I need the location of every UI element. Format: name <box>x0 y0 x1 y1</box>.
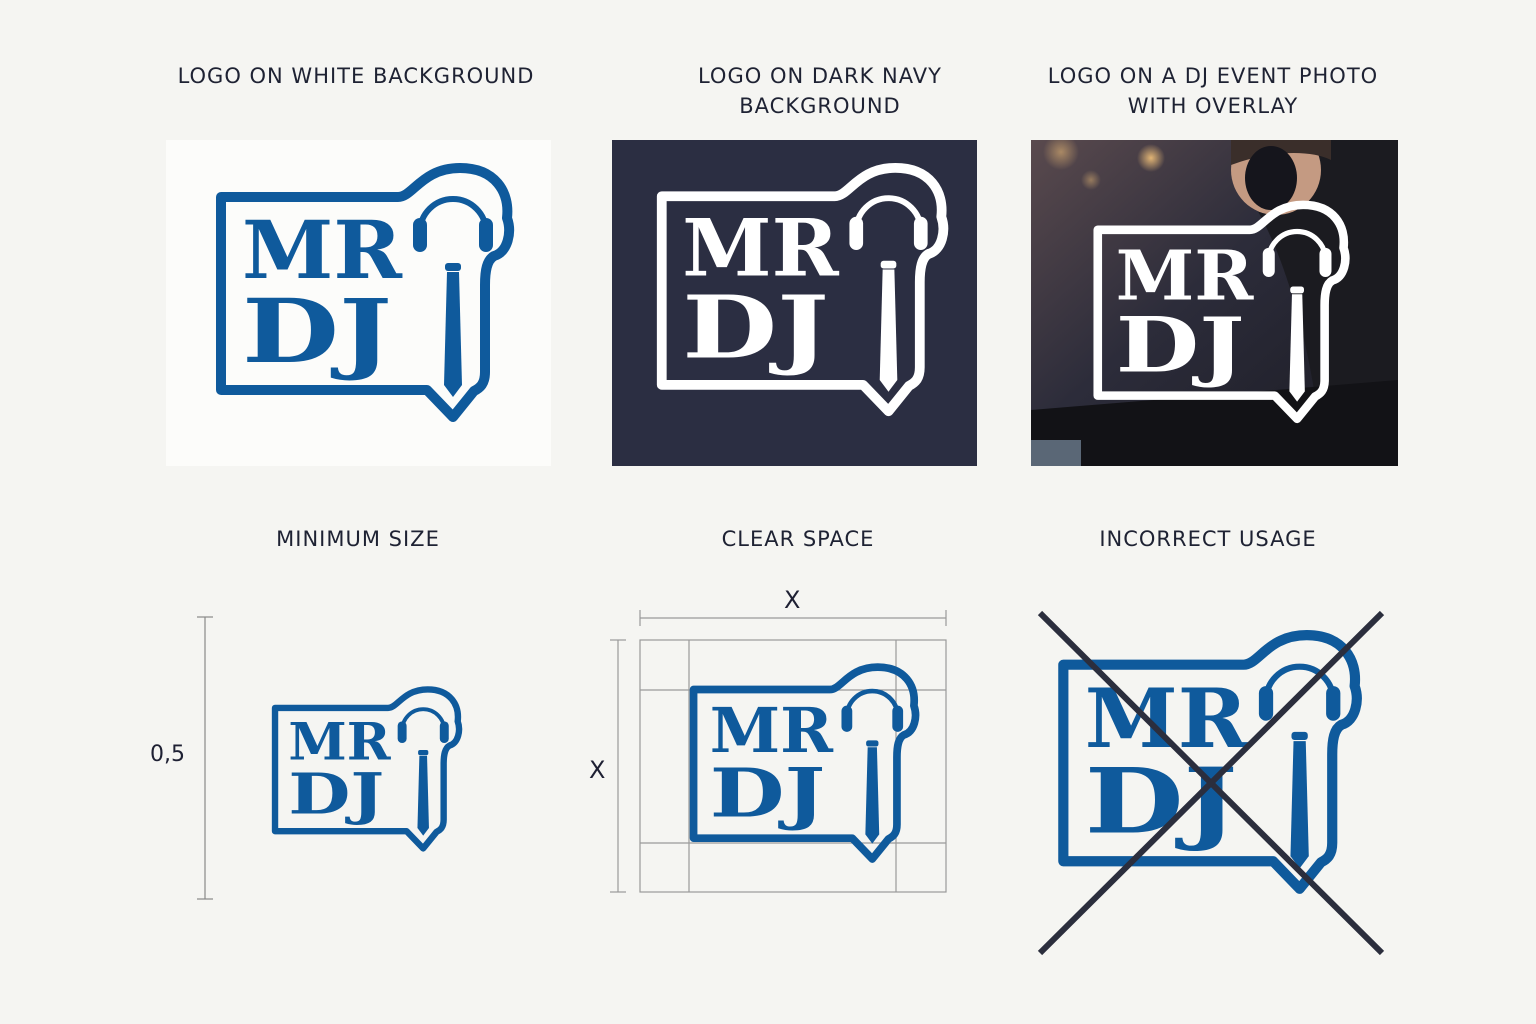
minimum-size-dimension-line <box>197 616 213 900</box>
mrdj-logo-white-bg <box>210 160 520 430</box>
clear-space-height-label: X <box>589 756 606 784</box>
section-title-photo-line2: WITH OVERLAY <box>1127 94 1299 118</box>
section-title-incorrect: INCORRECT USAGE <box>1099 527 1317 551</box>
section-title-minimum: MINIMUM SIZE <box>276 527 440 551</box>
section-title-photo-line1: LOGO ON A DJ EVENT PHOTO <box>1047 64 1379 88</box>
minimum-size-label: 0,5 <box>150 742 185 767</box>
section-title-navy-line1: LOGO ON DARK NAVY <box>697 64 942 88</box>
mrdj-logo-clear-space <box>685 661 924 869</box>
mrdj-logo-photo <box>1088 198 1355 430</box>
section-title-white: LOGO ON WHITE BACKGROUND <box>177 64 535 88</box>
section-title-clearspace: CLEAR SPACE <box>721 527 875 551</box>
section-title-navy: LOGO ON DARK NAVY BACKGROUND <box>640 61 1000 121</box>
section-title-navy-line2: BACKGROUND <box>739 94 901 118</box>
mrdj-logo-navy-bg <box>651 160 954 424</box>
section-title-photo: LOGO ON A DJ EVENT PHOTO WITH OVERLAY <box>1010 61 1416 121</box>
mrdj-logo-minimum-size <box>268 684 466 857</box>
cross-out-icon <box>1037 610 1385 956</box>
clear-space-width-label: X <box>784 586 801 614</box>
